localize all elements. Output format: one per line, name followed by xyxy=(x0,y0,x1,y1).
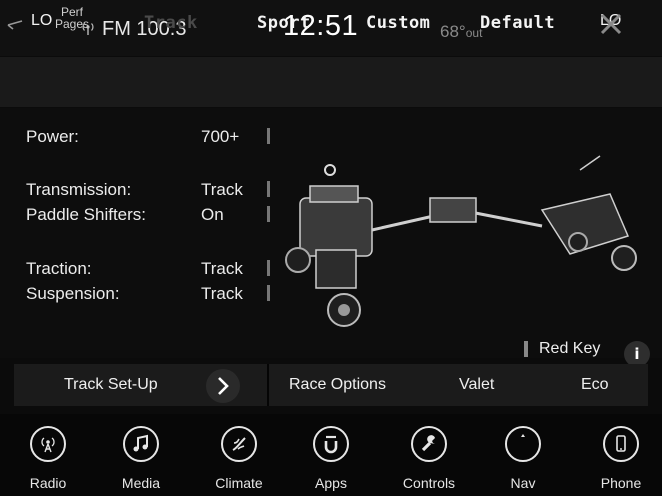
wrench-icon xyxy=(421,435,435,452)
divider xyxy=(267,364,269,406)
tab-custom[interactable]: Custom xyxy=(366,13,430,33)
traction-label: Traction: xyxy=(26,259,92,278)
nav-nav-button[interactable] xyxy=(505,426,541,462)
perf-pages-back-icon[interactable] xyxy=(6,17,26,33)
music-note-icon xyxy=(133,434,148,452)
track-setup-button[interactable]: Track Set-Up xyxy=(64,376,158,394)
suspension-value: Track xyxy=(201,284,243,303)
radio-icon xyxy=(41,437,55,453)
nav-apps-label: Apps xyxy=(315,475,347,491)
value-indicator xyxy=(267,206,270,222)
nav-controls-button[interactable] xyxy=(411,426,447,462)
apps-u-icon xyxy=(324,435,338,454)
value-indicator xyxy=(267,260,270,276)
paddle-shifters-label: Paddle Shifters: xyxy=(26,205,147,224)
power-value: 700+ xyxy=(201,127,240,146)
nav-phone-button[interactable] xyxy=(603,426,639,462)
power-label: Power: xyxy=(26,127,79,146)
climate-icon xyxy=(232,437,246,451)
drive-mode-tabs xyxy=(0,57,662,107)
race-options-button[interactable]: Race Options xyxy=(289,376,386,394)
valet-button[interactable]: Valet xyxy=(459,376,494,394)
value-indicator xyxy=(267,181,270,197)
paddle-shifters-value: On xyxy=(201,205,224,224)
temperature-value: 68° xyxy=(440,22,466,41)
vehicle-chassis-illustration xyxy=(285,155,637,327)
phone-icon xyxy=(616,435,626,452)
left-climate-level[interactable]: LO xyxy=(31,12,52,30)
outside-temperature: 68°out xyxy=(440,22,482,42)
transmission-value: Track xyxy=(201,180,243,199)
nav-controls-label: Controls xyxy=(402,475,456,491)
value-indicator xyxy=(267,128,270,144)
nav-apps-button[interactable] xyxy=(313,426,349,462)
perf-pages-button[interactable]: Perf Pages xyxy=(52,6,92,30)
tab-sport[interactable]: Sport xyxy=(257,13,311,33)
nav-media-button[interactable] xyxy=(123,426,159,462)
value-indicator xyxy=(267,285,270,301)
close-icon[interactable] xyxy=(597,10,625,38)
nav-media-label: Media xyxy=(121,475,161,491)
nav-phone-label: Phone xyxy=(600,475,642,491)
nav-climate-button[interactable] xyxy=(221,426,257,462)
tab-default[interactable]: Default xyxy=(480,13,555,33)
nav-radio-button[interactable] xyxy=(30,426,66,462)
nav-climate-label: Climate xyxy=(215,475,263,491)
eco-button[interactable]: Eco xyxy=(581,376,609,394)
traction-value: Track xyxy=(201,259,243,278)
tab-track[interactable]: Track xyxy=(144,13,198,33)
chevron-right-icon xyxy=(218,377,229,395)
key-status-indicator xyxy=(524,341,528,357)
transmission-label: Transmission: xyxy=(26,180,132,199)
nav-nav-label: Nav xyxy=(510,475,536,491)
suspension-label: Suspension: xyxy=(26,284,120,303)
key-status: Red Key xyxy=(539,340,601,357)
compass-icon xyxy=(521,434,525,437)
perf-pages-line2: Pages xyxy=(54,17,90,31)
nav-radio-label: Radio xyxy=(29,475,67,491)
track-setup-chevron-button[interactable] xyxy=(206,369,240,403)
